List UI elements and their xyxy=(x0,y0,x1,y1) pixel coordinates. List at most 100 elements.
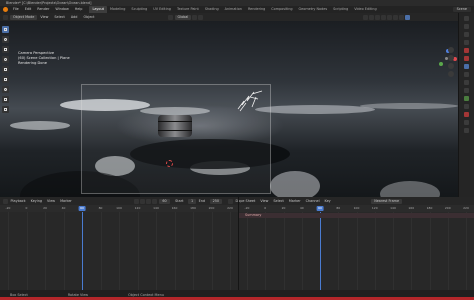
gizmo-toggle-icon[interactable] xyxy=(369,14,375,20)
viewport-menu-view[interactable]: View xyxy=(37,15,51,19)
tab-video-editing[interactable]: Video Editing xyxy=(351,6,379,13)
dopesheet-marker-menu[interactable]: Marker xyxy=(286,199,303,203)
tab-shading[interactable]: Shading xyxy=(202,6,222,13)
3d-cursor[interactable] xyxy=(166,160,173,167)
tab-uv-editing[interactable]: UV Editing xyxy=(150,6,174,13)
cursor-icon[interactable] xyxy=(2,36,9,43)
dopesheet-view-menu[interactable]: View xyxy=(258,199,271,203)
orientation-dropdown[interactable]: Global xyxy=(174,14,192,20)
particles-icon[interactable] xyxy=(464,80,469,85)
dopesheet-key-menu[interactable]: Key xyxy=(322,199,333,203)
tab-scripting[interactable]: Scripting xyxy=(330,6,351,13)
tab-layout[interactable]: Layout xyxy=(89,6,107,13)
snap-icon[interactable] xyxy=(192,14,198,20)
right-playhead[interactable] xyxy=(320,212,321,290)
extra-properties-icon[interactable] xyxy=(464,128,469,133)
transform-pivot-icon[interactable] xyxy=(167,14,173,20)
play-reverse-icon[interactable] xyxy=(140,198,146,204)
timeline-ruler-right[interactable]: -2002040608010012014016018020022060 xyxy=(239,205,474,212)
menu-render[interactable]: Render xyxy=(34,6,52,13)
data-properties-icon[interactable] xyxy=(464,104,469,109)
viewport-menu-select[interactable]: Select xyxy=(51,15,67,19)
barrel-object[interactable] xyxy=(158,115,192,137)
dopesheet-summary-row[interactable]: Summary xyxy=(239,213,474,218)
menu-help[interactable]: Help xyxy=(72,6,86,13)
3d-viewport[interactable]: Camera Perspective (60) Scene Collection… xyxy=(0,21,458,220)
keying-menu[interactable]: Keying xyxy=(28,199,44,203)
scene-properties-icon[interactable] xyxy=(464,48,469,53)
rotate-icon[interactable] xyxy=(2,56,9,63)
zoom-icon[interactable] xyxy=(448,47,454,53)
navigation-gizmo[interactable] xyxy=(437,49,457,69)
dopesheet-select-menu[interactable]: Select xyxy=(271,199,286,203)
dopesheet-mode-dropdown[interactable]: Dope Sheet xyxy=(233,199,258,203)
shading-wireframe-icon[interactable] xyxy=(387,14,393,20)
jump-start-icon[interactable] xyxy=(134,198,140,204)
snapping-dropdown[interactable]: Nearest Frame xyxy=(371,198,403,204)
y-axis-icon[interactable] xyxy=(439,62,443,66)
tab-texture-paint[interactable]: Texture Paint xyxy=(174,6,202,13)
shading-solid-icon[interactable] xyxy=(393,14,399,20)
world-properties-icon[interactable] xyxy=(464,56,469,61)
tab-compositing[interactable]: Compositing xyxy=(268,6,295,13)
end-frame-field[interactable]: 250 xyxy=(209,198,223,204)
output-properties-icon[interactable] xyxy=(464,32,469,37)
timeline-view-menu[interactable]: View xyxy=(45,199,58,203)
render-properties-icon[interactable] xyxy=(464,24,469,29)
menu-window[interactable]: Window xyxy=(52,6,71,13)
grid-icon[interactable] xyxy=(448,71,454,77)
editor-type-icon[interactable] xyxy=(3,14,8,20)
scale-icon[interactable] xyxy=(2,66,9,73)
dopesheet-channel-menu[interactable]: Channel xyxy=(303,199,322,203)
left-playhead-label[interactable]: 60 xyxy=(78,206,86,211)
material-properties-icon[interactable] xyxy=(464,112,469,117)
blender-logo-icon[interactable] xyxy=(3,7,8,12)
select-box-icon[interactable] xyxy=(2,26,9,33)
move-icon[interactable] xyxy=(2,46,9,53)
xray-toggle-icon[interactable] xyxy=(381,14,387,20)
play-icon[interactable] xyxy=(146,198,152,204)
right-playhead-label[interactable]: 60 xyxy=(316,206,324,211)
marker-menu[interactable]: Marker xyxy=(58,199,75,203)
add-cube-icon[interactable] xyxy=(2,106,9,113)
tab-animation[interactable]: Animation xyxy=(222,6,245,13)
menu-edit[interactable]: Edit xyxy=(22,6,35,13)
tab-geometry-nodes[interactable]: Geometry Nodes xyxy=(296,6,331,13)
annotate-icon[interactable] xyxy=(2,86,9,93)
transform-icon[interactable] xyxy=(2,76,9,83)
measure-icon[interactable] xyxy=(2,96,9,103)
visibility-icon[interactable] xyxy=(363,14,369,20)
viewport-menu-object[interactable]: Object xyxy=(80,15,97,19)
texture-properties-icon[interactable] xyxy=(464,120,469,125)
view-layer-icon[interactable] xyxy=(464,40,469,45)
timeline-ruler-left[interactable]: -2002040608010012014016018020022060 xyxy=(0,205,238,212)
start-frame-field[interactable]: 1 xyxy=(187,198,197,204)
current-frame-field[interactable]: 60 xyxy=(159,198,170,204)
constraints-icon[interactable] xyxy=(464,96,469,101)
mode-dropdown[interactable]: Object Mode xyxy=(10,14,38,20)
pan-hand-icon[interactable] xyxy=(448,55,454,61)
tab-rendering[interactable]: Rendering xyxy=(245,6,268,13)
playback-menu[interactable]: Playback xyxy=(8,199,28,203)
tab-sculpting[interactable]: Sculpting xyxy=(128,6,150,13)
tab-modeling[interactable]: Modeling xyxy=(107,6,128,13)
proportional-edit-icon[interactable] xyxy=(198,14,204,20)
overlay-toggle-icon[interactable] xyxy=(375,14,381,20)
dopesheet-area[interactable] xyxy=(239,212,474,290)
jump-end-icon[interactable] xyxy=(152,198,158,204)
physics-icon[interactable] xyxy=(464,88,469,93)
tool-properties-icon[interactable] xyxy=(464,16,469,21)
modifier-properties-icon[interactable] xyxy=(464,72,469,77)
scene-selector[interactable]: Scene xyxy=(452,7,471,12)
camera-view-icon[interactable] xyxy=(448,63,454,69)
area-divider[interactable] xyxy=(238,197,239,290)
viewport-menu-add[interactable]: Add xyxy=(68,15,81,19)
shading-rendered-icon[interactable] xyxy=(405,14,411,20)
left-ruler-tick: 140 xyxy=(153,206,159,210)
object-properties-icon[interactable] xyxy=(464,64,469,69)
shading-material-icon[interactable] xyxy=(399,14,405,20)
timeline-area[interactable] xyxy=(0,212,238,290)
left-playhead[interactable] xyxy=(82,212,83,290)
lightning-object[interactable] xyxy=(232,87,268,115)
menu-file[interactable]: File xyxy=(10,6,22,13)
